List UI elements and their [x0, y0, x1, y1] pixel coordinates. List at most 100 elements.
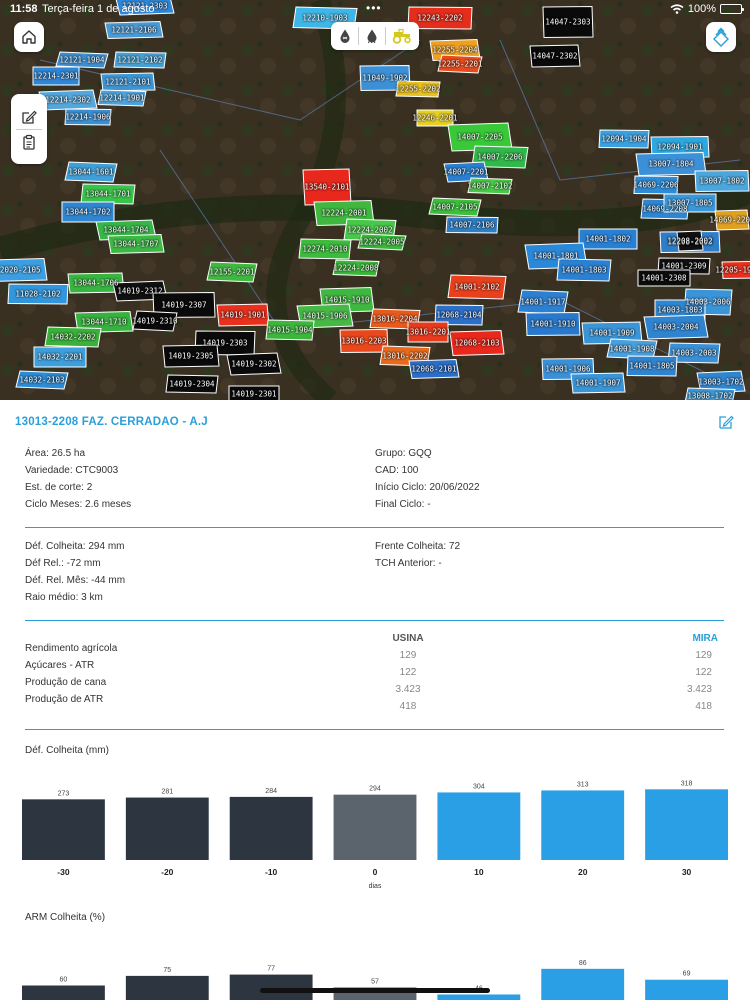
map-plot[interactable] [714, 209, 750, 231]
map-plot[interactable] [104, 20, 164, 40]
map-plot[interactable] [64, 161, 118, 183]
chart-bar[interactable] [333, 794, 417, 860]
previous-tch-value: TCH Anterior: - [375, 558, 442, 569]
map-plot[interactable] [525, 311, 581, 337]
edit-shape-icon[interactable] [21, 109, 37, 125]
map-plot[interactable] [407, 321, 449, 343]
map-plot[interactable] [165, 374, 219, 394]
rain-icon[interactable] [364, 28, 380, 44]
map-plot[interactable] [216, 303, 270, 327]
map-plot[interactable] [302, 168, 352, 206]
chart-bar[interactable] [541, 790, 625, 860]
map-plot[interactable] [206, 261, 258, 283]
row-label: Rendimento agrícola [25, 643, 118, 654]
mira-cell: 418 [695, 701, 712, 712]
bar-value-label: 69 [683, 971, 691, 978]
map-plot[interactable] [61, 201, 115, 223]
map-plot[interactable] [449, 329, 505, 357]
map-plot[interactable] [663, 193, 717, 213]
home-button[interactable] [14, 22, 44, 52]
map-plot[interactable] [228, 385, 280, 400]
x-tick-label: -30 [57, 867, 70, 877]
map-plot[interactable] [132, 310, 178, 332]
home-indicator[interactable] [260, 988, 490, 993]
tractor-icon[interactable] [391, 28, 413, 44]
chart-bar[interactable] [437, 994, 521, 1000]
bar-value-label: 284 [265, 788, 277, 795]
x-tick-label: 20 [578, 867, 588, 877]
map-view[interactable]: 12121-2303 12210-1903 12243-2202 14047-2303… [0, 0, 750, 400]
sheet-title: 13013-2208 FAZ. CERRADAO - A.J [15, 416, 208, 428]
map-plot[interactable] [437, 54, 483, 74]
mira-cell: 3.423 [686, 684, 712, 695]
chart-bar[interactable] [645, 789, 728, 860]
map-plot[interactable] [578, 228, 638, 250]
map-plot[interactable] [676, 230, 704, 252]
map-plot[interactable] [64, 108, 112, 126]
chart-bar[interactable] [125, 797, 209, 860]
clipboard-icon[interactable] [21, 134, 37, 150]
map-plot[interactable] [598, 129, 650, 149]
multitask-dots[interactable]: ••• [366, 1, 382, 15]
cycle-start-value: Início Ciclo: 20/06/2022 [375, 482, 480, 493]
layers-button[interactable] [706, 22, 736, 52]
map-plot[interactable] [721, 261, 750, 280]
map-plot[interactable] [357, 233, 407, 251]
map-plot[interactable] [339, 328, 389, 354]
edit-icon[interactable] [718, 414, 734, 430]
map-plot[interactable] [570, 372, 626, 394]
map-plot[interactable] [265, 319, 315, 341]
chart-bar[interactable] [437, 792, 521, 860]
map-plot[interactable] [332, 259, 380, 277]
map-plot[interactable] [162, 344, 220, 368]
status-date: Terça-feira 1 de agosto [42, 3, 155, 15]
map-plot[interactable] [32, 66, 80, 86]
chart-bar[interactable] [541, 968, 625, 1000]
map-plot[interactable] [97, 89, 147, 107]
water-drop-icon[interactable] [337, 28, 353, 44]
map-plot[interactable] [113, 51, 167, 69]
chart-bar[interactable] [125, 975, 209, 1000]
map-plot[interactable] [517, 289, 569, 315]
cycle-end-value: Final Ciclo: - [375, 499, 431, 510]
col-usina-header: USINA [392, 633, 424, 644]
map-plot[interactable] [395, 80, 441, 98]
chart-bar[interactable] [645, 979, 728, 1000]
harvest-front-value: Frente Colheita: 72 [375, 541, 461, 552]
map-plot[interactable] [408, 358, 460, 380]
bar-value-label: 77 [267, 966, 275, 973]
chart-bar[interactable] [22, 799, 105, 860]
map-plot[interactable] [685, 387, 736, 400]
map-plot[interactable] [33, 346, 87, 368]
map-plot[interactable] [15, 370, 69, 390]
chart-bar[interactable] [22, 985, 105, 1000]
map-plot[interactable] [100, 72, 156, 92]
map-plot[interactable] [637, 269, 691, 287]
chart-title-harvest-deficit: Déf. Colheita (mm) [25, 745, 109, 756]
map-plot[interactable] [80, 183, 136, 205]
map-plot[interactable] [44, 326, 102, 348]
map-plot[interactable] [7, 283, 69, 305]
mira-cell: 122 [695, 667, 712, 678]
usina-cell: 3.423 [395, 684, 421, 695]
map-plot[interactable] [529, 44, 581, 68]
map-plot[interactable] [467, 177, 513, 195]
monthly-relative-deficit-value: Déf. Rel. Mês: -44 mm [25, 575, 126, 586]
map-plot[interactable] [556, 258, 612, 282]
map-plot[interactable] [626, 355, 678, 377]
map-plot[interactable] [428, 197, 482, 217]
map-plot[interactable] [55, 51, 109, 69]
map-plot[interactable] [633, 175, 679, 195]
map-plot[interactable] [298, 238, 352, 260]
bar-value-label: 318 [681, 780, 693, 787]
map-plot[interactable] [107, 233, 165, 255]
map-plot[interactable] [447, 274, 507, 300]
map-plot[interactable] [445, 216, 499, 234]
map-plot[interactable] [0, 257, 48, 282]
map-plot[interactable] [38, 89, 98, 111]
chart-bar[interactable] [229, 796, 313, 860]
map-plot[interactable] [643, 314, 709, 340]
map-plot[interactable] [416, 109, 454, 127]
map-plot[interactable] [694, 169, 750, 193]
map-plot[interactable] [226, 352, 282, 376]
